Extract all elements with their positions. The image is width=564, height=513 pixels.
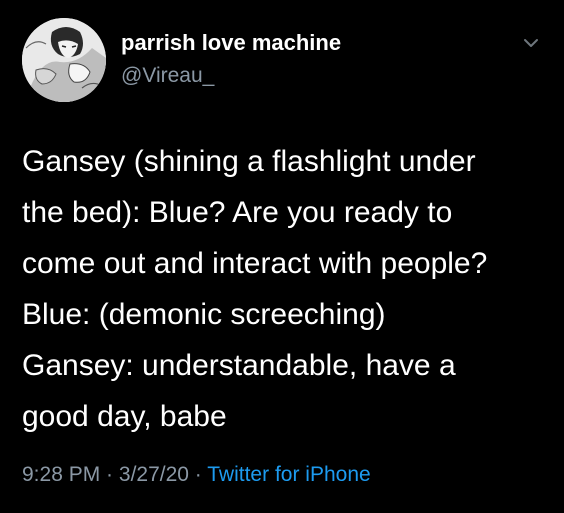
user-handle[interactable]: @Vireau_ (121, 64, 214, 88)
tweet-meta: 9:28 PM · 3/27/20 · Twitter for iPhone (22, 463, 371, 487)
manga-avatar-icon (22, 18, 106, 102)
tweet-line: Gansey: understandable, have a (22, 349, 456, 382)
tweet-line: the bed): Blue? Are you ready to (22, 196, 453, 229)
tweet-line: good day, babe (22, 400, 227, 433)
tweet-source-link[interactable]: Twitter for iPhone (207, 463, 370, 486)
tweet-line: Gansey (shining a flashlight under (22, 145, 476, 178)
tweet-text: Gansey (shining a flashlight under the b… (22, 136, 552, 442)
display-name[interactable]: parrish love machine (121, 30, 341, 56)
tweet-line: come out and interact with people? (22, 247, 488, 280)
chevron-down-icon[interactable] (520, 34, 542, 52)
tweet-date[interactable]: 3/27/20 (119, 463, 189, 486)
meta-separator: · (100, 463, 119, 486)
avatar[interactable] (22, 18, 106, 102)
tweet-line: Blue: (demonic screeching) (22, 298, 386, 331)
meta-separator: · (188, 463, 208, 486)
tweet-time[interactable]: 9:28 PM (22, 463, 100, 486)
